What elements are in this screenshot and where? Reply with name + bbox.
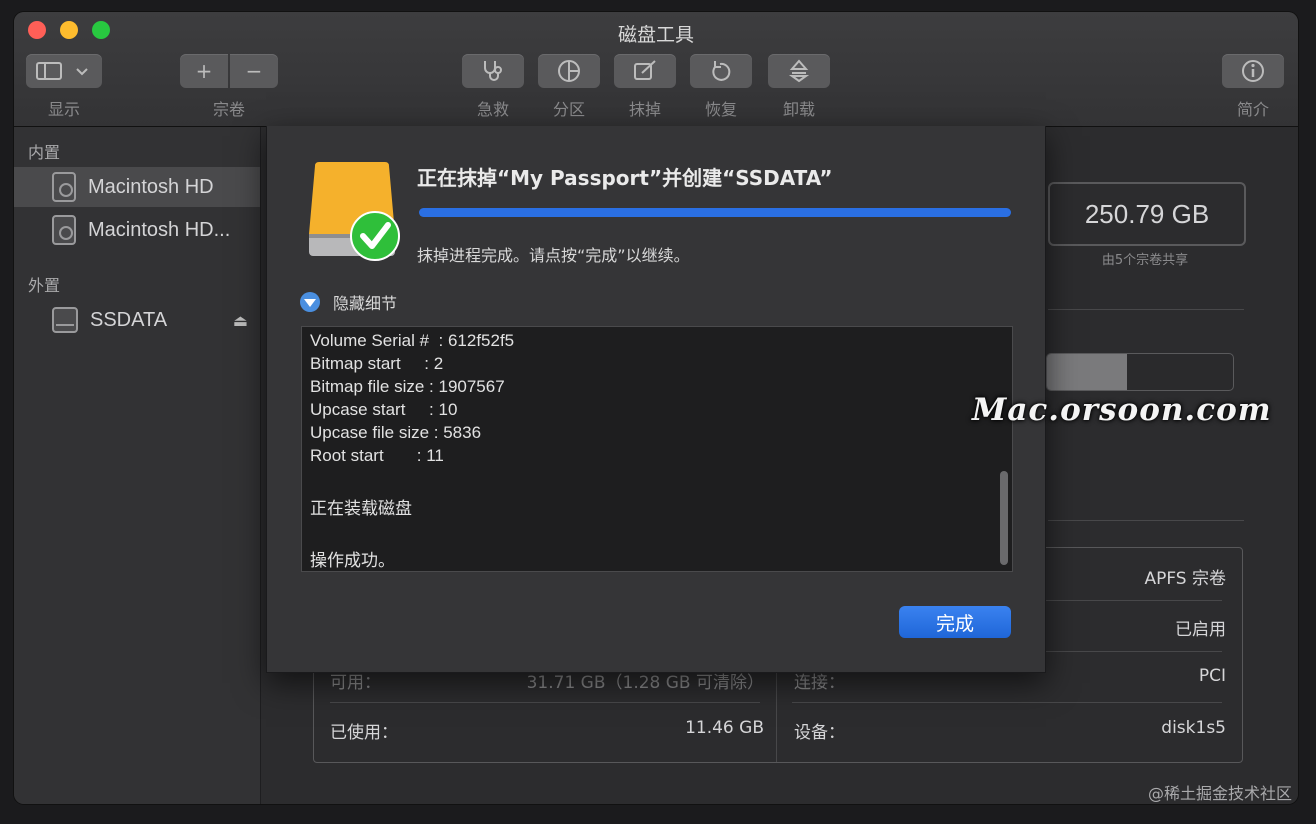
eject-icon[interactable]: ⏏ [233,311,248,330]
info-button[interactable] [1222,54,1284,88]
log-line: Upcase start : 10 [310,400,458,419]
info-divider-right-3 [792,702,1222,703]
titlebar: 磁盘工具 显示 + − 宗卷 急救 分区 抹掉 恢复 卸载 简介 [14,12,1298,127]
partition-button[interactable] [538,54,600,88]
disclosure-triangle-icon [300,292,320,312]
community-watermark: @稀土掘金技术社区 [1147,784,1292,803]
log-line: Bitmap start : 2 [310,354,444,373]
erase-progress-fill [419,208,1011,217]
restore-label: 恢复 [704,100,737,119]
internal-disk-icon [52,215,76,245]
unmount-icon [788,59,810,83]
first-aid-button[interactable] [462,54,524,88]
pie-partition-icon [558,60,580,82]
volume-label: 宗卷 [212,100,245,119]
info-value-type: APFS 宗卷 [1144,569,1226,589]
partition-label: 分区 [552,100,585,119]
external-drive-icon [309,162,400,261]
info-value-used: 11.46 GB [685,718,764,738]
internal-disk-icon [52,172,76,202]
log-line: Volume Serial # : 612f52f5 [310,331,515,350]
info-icon [1242,60,1264,82]
sidebar-item-macintosh-hd[interactable]: Macintosh HD [14,167,260,207]
unmount-button[interactable] [768,54,830,88]
erase-progress-sheet: 正在抹掉“My Passport”并创建“SSDATA” 抹掉进程完成。请点按“… [266,126,1046,673]
usage-bar-fill [1047,354,1129,390]
sidebar-item-label: Macintosh HD [88,175,214,198]
done-button[interactable]: 完成 [899,606,1011,638]
add-volume-button[interactable]: + [180,54,228,88]
info-label: 简介 [1236,100,1269,119]
sidebar: 内置 Macintosh HD Macintosh HD... 外置 SSDAT… [14,127,261,804]
sidebar-icon [36,62,62,80]
log-line: 正在装载磁盘 [310,499,412,518]
unmount-label: 卸载 [782,100,815,119]
erase-progress-bar [419,208,1011,217]
view-label: 显示 [47,100,80,119]
remove-volume-button[interactable]: − [230,54,278,88]
capacity-box: 250.79 GB [1048,182,1246,246]
info-value-connection: PCI [1198,666,1226,686]
erase-button[interactable] [614,54,676,88]
info-label-device: 设备： [794,723,845,743]
external-header: 外置 [28,276,61,295]
first-aid-label: 急救 [476,100,509,119]
log-line: Root start : 11 [310,446,444,465]
plus-icon: + [195,59,213,83]
external-disk-icon [52,307,78,333]
details-toggle-label: 隐藏细节 [333,294,398,313]
view-toggle-button[interactable] [26,54,102,88]
internal-header: 内置 [28,143,61,162]
log-scrollbar[interactable] [1000,471,1008,565]
info-label-used: 已使用： [330,723,398,743]
info-divider-left-3 [330,702,760,703]
sheet-title: 正在抹掉“My Passport”并创建“SSDATA” [417,166,833,190]
sidebar-item-ssdata[interactable]: SSDATA ⏏ [14,300,260,340]
details-toggle[interactable]: 隐藏细节 [299,290,397,314]
info-value-device: disk1s5 [1161,718,1226,738]
erase-pencil-icon [634,60,656,80]
erase-label: 抹掉 [628,100,661,119]
capacity-value: 250.79 GB [1084,198,1210,229]
sheet-status: 抹掉进程完成。请点按“完成”以继续。 [417,246,690,265]
log-line: Upcase file size : 5836 [310,423,482,442]
stethoscope-icon [484,61,502,81]
restore-arrow-icon [712,61,731,81]
info-value-ownership: 已启用 [1175,620,1226,640]
sidebar-item-label: SSDATA [90,308,168,331]
sidebar-item-macintosh-hd-data[interactable]: Macintosh HD... [14,210,260,250]
minus-icon: − [245,59,263,83]
sidebar-item-label: Macintosh HD... [88,218,231,241]
log-line: 操作成功。 [310,551,395,570]
usage-bar [1046,353,1234,391]
capacity-caption: 由5个宗卷共享 [1101,253,1189,268]
top-divider [1048,309,1244,310]
log-line: Bitmap file size : 1907567 [310,377,505,396]
site-watermark: Mac.orsoon.com [972,392,1272,428]
mid-divider [1048,520,1244,521]
restore-button[interactable] [690,54,752,88]
log-output: Volume Serial # : 612f52f5 Bitmap start … [301,326,1013,572]
window-title: 磁盘工具 [617,24,694,46]
chevron-down-icon [76,68,88,76]
